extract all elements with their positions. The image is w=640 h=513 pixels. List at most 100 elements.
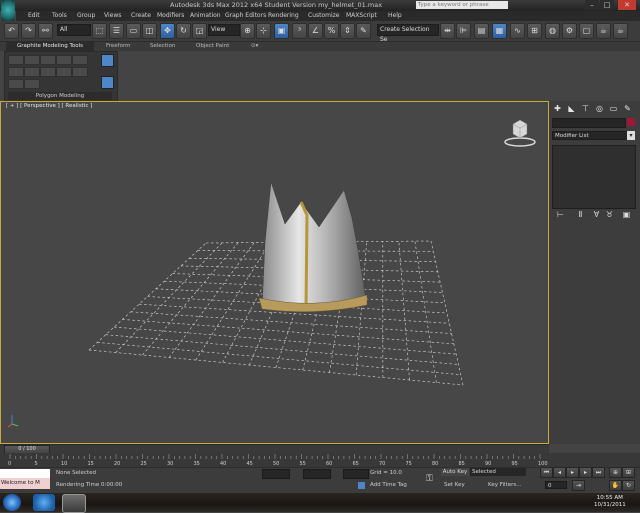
material-editor-icon[interactable]: ◍ xyxy=(545,23,560,39)
object-color-swatch[interactable] xyxy=(627,118,635,126)
snaps-toggle-icon[interactable]: ³ xyxy=(292,23,307,39)
render-production-icon[interactable]: ☕ xyxy=(596,23,611,39)
pivot-center-icon[interactable]: ⊕ xyxy=(240,23,255,39)
pin-stack-icon[interactable]: ⊢ xyxy=(556,211,565,219)
reference-coord-dropdown[interactable]: View xyxy=(208,24,240,36)
configure-sets-icon[interactable]: ▣ xyxy=(622,211,631,219)
zoom-all-icon[interactable]: ⊞ xyxy=(622,467,635,478)
ribbon-btn-5[interactable] xyxy=(72,55,88,65)
ribbon-btn-10[interactable] xyxy=(72,67,88,77)
tab-object-paint[interactable]: Object Paint xyxy=(196,43,229,49)
menu-animation[interactable]: Animation xyxy=(190,12,221,19)
start-button[interactable] xyxy=(3,494,21,511)
render-iterative-icon[interactable]: ☕ xyxy=(613,23,628,39)
remove-modifier-icon[interactable]: ♉ xyxy=(605,211,614,219)
key-mode-toggle-icon[interactable]: ⇥ xyxy=(572,480,585,491)
curve-editor-icon[interactable]: ∿ xyxy=(510,23,525,39)
set-key-button[interactable]: Set Key xyxy=(444,482,465,488)
select-scale-icon[interactable]: ◲ xyxy=(192,23,207,39)
maxscript-output[interactable]: Welcome to M xyxy=(0,478,50,488)
maxscript-input[interactable] xyxy=(0,469,50,478)
modifier-list-dropdown[interactable]: Modifier List xyxy=(552,131,635,140)
menu-rendering[interactable]: Rendering xyxy=(268,12,299,19)
mirror-icon[interactable]: ⇹ xyxy=(440,23,455,39)
polygon-modeling-panel-label[interactable]: Polygon Modeling xyxy=(8,92,112,100)
tab-graphite-modeling[interactable]: Graphite Modeling Tools xyxy=(17,43,83,49)
go-to-start-icon[interactable]: ⏮ xyxy=(540,467,553,478)
ribbon-options-icon[interactable]: ⊙▾ xyxy=(251,43,258,49)
named-selection-dropdown[interactable]: Create Selection Se xyxy=(377,24,439,36)
select-move-icon[interactable]: ✥ xyxy=(160,23,175,39)
make-unique-icon[interactable]: ∀ xyxy=(592,211,601,219)
percent-snap-icon[interactable]: % xyxy=(324,23,339,39)
redo-icon[interactable]: ↷ xyxy=(21,23,36,39)
zoom-icon[interactable]: ⊕ xyxy=(609,467,622,478)
close-button[interactable]: ✕ xyxy=(618,0,636,10)
ribbon-btn-4[interactable] xyxy=(56,55,72,65)
window-crossing-icon[interactable]: ◫ xyxy=(142,23,157,39)
chevron-down-icon[interactable]: ▾ xyxy=(627,131,635,140)
select-rotate-icon[interactable]: ↻ xyxy=(176,23,191,39)
ribbon-large-btn-1[interactable] xyxy=(101,54,114,67)
add-time-tag[interactable]: Add Time Tag xyxy=(370,482,407,488)
display-icon[interactable]: ▭ xyxy=(608,104,619,114)
maximize-button[interactable]: □ xyxy=(600,0,614,10)
menu-views[interactable]: Views xyxy=(104,12,121,19)
current-frame-field[interactable]: 0 xyxy=(545,481,567,489)
ribbon-btn-3[interactable] xyxy=(40,55,56,65)
ribbon-btn-9[interactable] xyxy=(56,67,72,77)
auto-key-button[interactable]: Auto Key xyxy=(441,468,469,476)
selection-filter-dropdown[interactable]: All xyxy=(57,24,91,36)
menu-modifiers[interactable]: Modifiers xyxy=(157,12,184,19)
internet-explorer-icon[interactable] xyxy=(33,494,55,511)
rect-selection-icon[interactable]: ▭ xyxy=(126,23,141,39)
minimize-button[interactable]: – xyxy=(585,0,599,10)
menu-edit[interactable]: Edit xyxy=(28,12,40,19)
modify-icon[interactable]: ◣ xyxy=(566,104,577,114)
maxscript-listener[interactable]: Welcome to M xyxy=(0,469,50,489)
ribbon-large-btn-2[interactable] xyxy=(101,76,114,89)
spinner-snap-icon[interactable]: ⇕ xyxy=(340,23,355,39)
app-logo-icon[interactable] xyxy=(1,0,15,21)
ribbon-btn-6[interactable] xyxy=(8,67,24,77)
menu-help[interactable]: Help xyxy=(388,12,402,19)
play-icon[interactable]: ▸ xyxy=(566,467,579,478)
align-icon[interactable]: ⊫ xyxy=(456,23,471,39)
orbit-icon[interactable]: ↻ xyxy=(622,480,635,491)
menu-create[interactable]: Create xyxy=(131,12,151,19)
edit-named-sel-icon[interactable]: ✎ xyxy=(356,23,371,39)
menu-group[interactable]: Group xyxy=(77,12,95,19)
schematic-view-icon[interactable]: ⊞ xyxy=(527,23,542,39)
create-icon[interactable]: ✚ xyxy=(552,104,563,114)
rendered-frame-icon[interactable]: ▢ xyxy=(579,23,594,39)
modifier-stack-list[interactable] xyxy=(552,145,636,209)
show-end-result-icon[interactable]: Ⅱ xyxy=(576,211,585,219)
coord-y-field[interactable] xyxy=(303,469,331,479)
object-name-field[interactable] xyxy=(552,118,626,128)
search-input[interactable]: Type a keyword or phrase xyxy=(416,1,508,9)
ribbon-btn-1[interactable] xyxy=(8,55,24,65)
menu-maxscript[interactable]: MAXScript xyxy=(346,12,377,19)
key-filters-button[interactable]: Key Filters... xyxy=(488,482,521,488)
graphite-toggle-icon[interactable]: ▦ xyxy=(492,23,507,39)
pan-view-icon[interactable]: ✋ xyxy=(609,480,622,491)
link-icon[interactable]: ⚯ xyxy=(38,23,53,39)
previous-frame-icon[interactable]: ◂ xyxy=(553,467,566,478)
ribbon-btn-7[interactable] xyxy=(24,67,40,77)
tab-freeform[interactable]: Freeform xyxy=(106,43,131,49)
coord-z-field[interactable] xyxy=(343,469,369,479)
select-by-name-icon[interactable]: ☰ xyxy=(109,23,124,39)
key-mode-dropdown[interactable]: Selected xyxy=(470,468,526,476)
ribbon-btn-2[interactable] xyxy=(24,55,40,65)
coord-x-field[interactable] xyxy=(262,469,290,479)
menu-customize[interactable]: Customize xyxy=(308,12,340,19)
select-object-icon[interactable]: ⬚ xyxy=(92,23,107,39)
menu-graph-editors[interactable]: Graph Editors xyxy=(225,12,266,19)
angle-snap-icon[interactable]: ∠ xyxy=(308,23,323,39)
tab-selection[interactable]: Selection xyxy=(150,43,175,49)
ribbon-btn-11[interactable] xyxy=(8,79,24,89)
ribbon-btn-8[interactable] xyxy=(40,67,56,77)
utilities-icon[interactable]: ✎ xyxy=(622,104,633,114)
taskbar-clock[interactable]: 10:55 AM 10/31/2011 xyxy=(594,495,626,509)
undo-icon[interactable]: ↶ xyxy=(4,23,19,39)
